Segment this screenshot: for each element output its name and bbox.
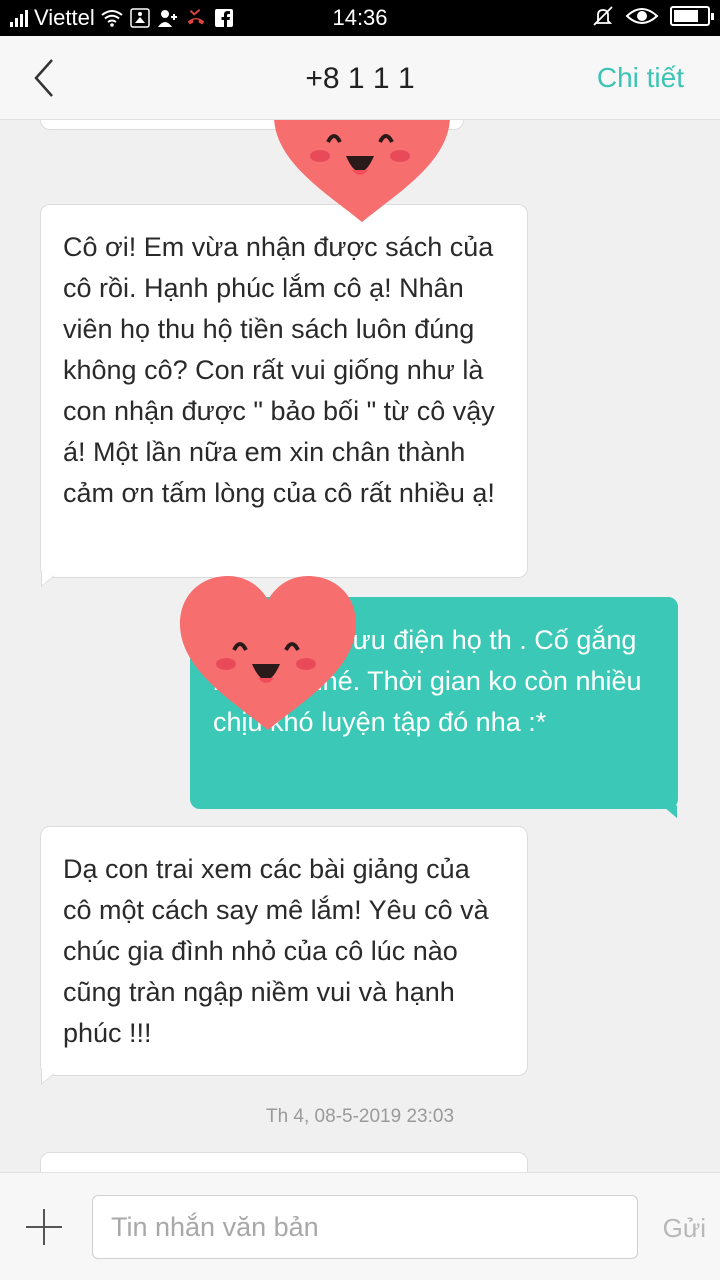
mute-icon [592,6,614,26]
message-list[interactable]: Th 7, 0 16:10 Cô ơi! Em vừa nhận được sá… [0,120,720,1172]
status-bar: Viettel 14:36 [0,0,720,36]
heart-sticker [180,576,356,730]
message-bubble-partial [40,1152,528,1172]
message-bubble-incoming[interactable]: Cô ơi! Em vừa nhận được sách của cô rồi.… [40,204,528,578]
eye-icon [624,6,660,26]
message-input[interactable] [92,1195,638,1259]
compose-bar: Gửi [0,1172,720,1280]
conversation-header: +8 1 1 1 Chi tiết [0,36,720,120]
message-text: Dạ con trai xem các bài giảng của cô một… [63,854,489,1048]
message-text: Cô ơi! Em vừa nhận được sách của cô rồi.… [63,232,495,508]
send-button[interactable]: Gửi [663,1213,706,1244]
heart-sticker [274,120,450,222]
details-button[interactable]: Chi tiết [597,62,684,94]
message-bubble-incoming[interactable]: Dạ con trai xem các bài giảng của cô một… [40,826,528,1076]
plus-icon[interactable] [24,1207,64,1247]
battery-icon [670,6,714,26]
timestamp: Th 4, 08-5-2019 23:03 [265,1106,455,1127]
